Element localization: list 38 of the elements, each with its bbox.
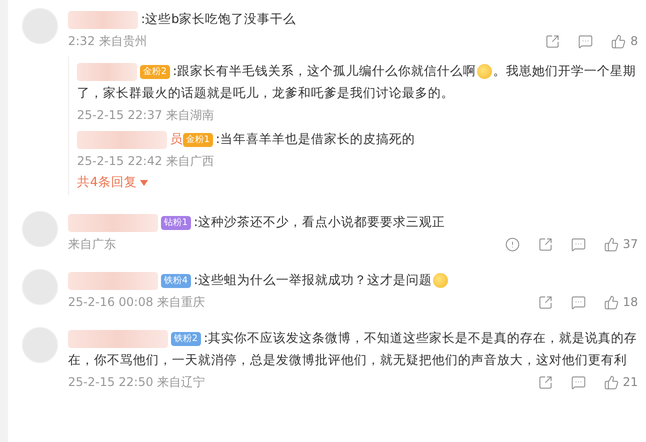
share-button[interactable] xyxy=(538,374,553,390)
fan-badge: 铁粉4 xyxy=(161,274,191,288)
comment-text: 金粉2 :跟家长有半毛钱关系，这个孤儿编什么你就信什么啊 。我崽她们开学一个星期了，家长群最火的话题就是吒儿，龙爹和吒爹是我们讨论最多的。 xyxy=(77,62,637,102)
comment-time: 25-2-15 22:50 来自辽宁 xyxy=(68,374,206,390)
comment-button[interactable] xyxy=(570,374,586,390)
share-button[interactable] xyxy=(538,236,553,252)
more-replies-link[interactable]: 共4条回复 xyxy=(77,174,148,191)
comment-time: 2:32 来自贵州 xyxy=(68,32,147,50)
emoji-icon xyxy=(432,273,448,288)
comment-text: 铁粉4 :这些蛆为什么一举报就成功？这才是问题 xyxy=(68,269,638,291)
blurred-username xyxy=(77,62,137,81)
comment-time: 来自广东 xyxy=(68,236,116,252)
comment-text: 铁粉2 :其实你不应该发这条微博，不知道这些家长是不是真的存在，就是说真的存在，你不骂他们，一天就消停，总是发微博批评他们，就无疑把他们的声音放大，这对他们更有利 xyxy=(68,328,638,369)
reply-time: 25-2-15 22:37 来自湖南 xyxy=(77,108,214,122)
username[interactable]: 员 xyxy=(170,131,183,146)
like-button[interactable]: 21 xyxy=(604,374,638,390)
comment-button[interactable] xyxy=(570,294,586,310)
fan-badge: 金粉2 xyxy=(140,64,170,79)
comment-button[interactable] xyxy=(578,34,594,48)
caret-icon xyxy=(140,180,148,186)
reply-time: 25-2-15 22:42 来自广西 xyxy=(77,154,214,168)
like-button[interactable]: 37 xyxy=(604,236,638,252)
like-button[interactable]: 18 xyxy=(604,294,638,310)
alert-icon xyxy=(504,236,520,252)
comment-text: 钻粉1 :这种沙茶还不少，看点小说都要要求三观正 xyxy=(68,211,638,233)
comment-text: :这些b家长吃饱了没事干么 xyxy=(68,8,638,30)
like-button[interactable]: 8 xyxy=(611,34,638,48)
comment-time: 25-2-16 00:08 来自重庆 xyxy=(68,294,206,310)
comment-text: 员 金粉1 :当年喜羊羊也是借家长的皮搞死的 xyxy=(77,128,638,150)
comment-button[interactable] xyxy=(570,236,586,252)
fan-badge: 铁粉2 xyxy=(171,332,201,346)
report-button[interactable] xyxy=(504,236,520,252)
share-button[interactable] xyxy=(538,294,553,310)
emoji-icon xyxy=(476,64,492,80)
fan-badge: 钻粉1 xyxy=(161,216,191,230)
blurred-username xyxy=(68,10,138,29)
fan-badge: 金粉1 xyxy=(183,132,213,147)
share-button[interactable] xyxy=(545,34,560,48)
